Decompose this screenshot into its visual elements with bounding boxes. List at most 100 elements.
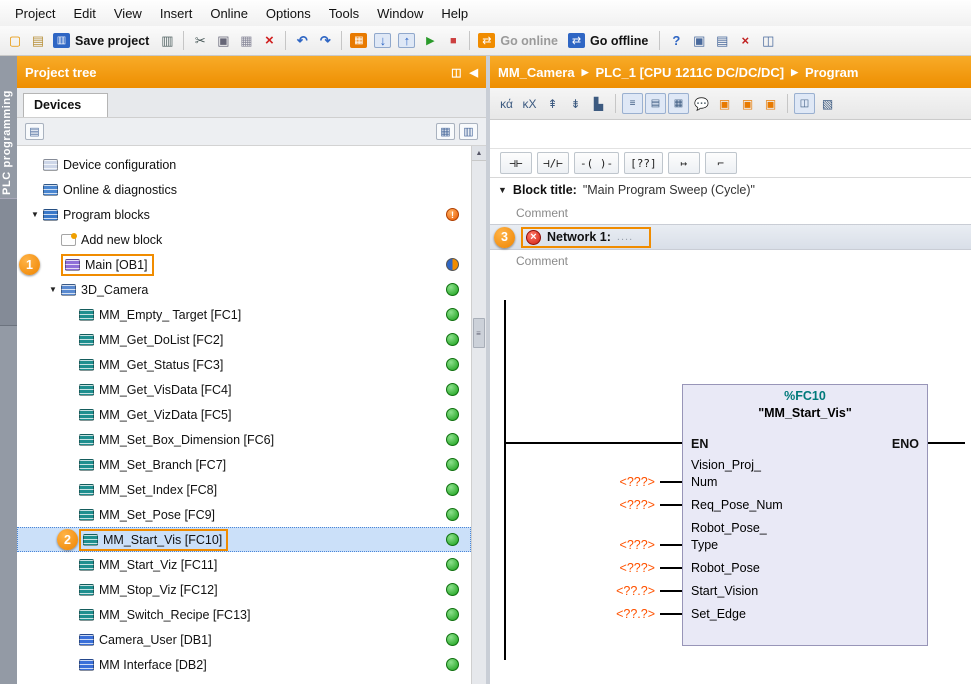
tree-item[interactable]: MM Interface [DB2] <box>17 652 471 677</box>
split-editor-icon[interactable]: ◫ <box>757 30 779 52</box>
start-cpu-icon[interactable]: ▶ <box>419 30 441 52</box>
network-layout-icon[interactable]: ▦ <box>668 93 689 114</box>
favorites-remove-icon[interactable]: ▣ <box>737 93 758 114</box>
stop-cpu-icon[interactable]: ■ <box>442 30 464 52</box>
ladder-tool-0[interactable]: ⊣⊢ <box>500 152 532 174</box>
copy-icon[interactable]: ▣ <box>212 30 234 52</box>
save-project-label[interactable]: Save project <box>75 34 149 48</box>
tree-item[interactable]: 1Main [OB1] <box>17 252 471 277</box>
collapse-panel-icon[interactable]: ◀ <box>470 66 478 79</box>
tree-item[interactable]: MM_Set_Index [FC8] <box>17 477 471 502</box>
pin-operand[interactable]: <???> <box>620 498 655 512</box>
save-project-icon[interactable]: ▥ <box>53 33 70 48</box>
breadcrumb-segment[interactable]: MM_Camera <box>498 65 575 80</box>
pin-operand[interactable]: <??.?> <box>616 584 655 598</box>
tree-item[interactable]: Add new block <box>17 227 471 252</box>
edit-device-icon[interactable]: ▤ <box>25 123 44 140</box>
comment-bubble-icon[interactable]: 💬 <box>691 93 712 114</box>
ladder-tool-2[interactable]: -( )- <box>574 152 619 174</box>
new-project-icon[interactable]: ▢ <box>4 30 26 52</box>
collapse-arrow-icon[interactable]: ▼ <box>498 185 507 195</box>
download-to-device-icon[interactable]: ↓ <box>374 33 391 48</box>
menu-window[interactable]: Window <box>368 6 432 21</box>
settings-icon[interactable]: ▧ <box>817 93 838 114</box>
tree-item[interactable]: ▼Program blocks! <box>17 202 471 227</box>
menu-project[interactable]: Project <box>6 6 64 21</box>
window-icon[interactable]: ▤ <box>711 30 733 52</box>
tree-item[interactable]: MM_Get_VizData [FC5] <box>17 402 471 427</box>
tree-item[interactable]: 2MM_Start_Vis [FC10] <box>17 527 471 552</box>
close-icon[interactable]: × <box>734 30 756 52</box>
go-offline-label[interactable]: Go offline <box>590 34 648 48</box>
print-icon[interactable]: ▥ <box>156 30 178 52</box>
scrollbar-thumb[interactable]: ≡ <box>473 318 485 348</box>
menu-online[interactable]: Online <box>201 6 257 21</box>
menu-tools[interactable]: Tools <box>320 6 368 21</box>
tree-item[interactable]: ▼3D_Camera <box>17 277 471 302</box>
block-title-value[interactable]: "Main Program Sweep (Cycle)" <box>583 183 755 197</box>
pin-operand[interactable]: <???> <box>620 538 655 552</box>
tree-item[interactable]: Device configuration <box>17 152 471 177</box>
ff-table2-icon[interactable]: ⇟ <box>565 93 586 114</box>
list-view-icon[interactable]: ▥ <box>459 123 478 140</box>
expand-networks-icon[interactable]: ≡ <box>622 93 643 114</box>
breadcrumb-segment[interactable]: PLC_1 [CPU 1211C DC/DC/DC] <box>596 65 785 80</box>
window-icon[interactable]: ▣ <box>688 30 710 52</box>
upload-from-device-icon[interactable]: ↑ <box>398 33 415 48</box>
pin-operand[interactable]: <???> <box>620 561 655 575</box>
expander-icon[interactable]: ▼ <box>27 210 43 219</box>
tree-item[interactable]: Online & diagnostics <box>17 177 471 202</box>
ff-table-icon[interactable]: ⇞ <box>542 93 563 114</box>
menu-edit[interactable]: Edit <box>64 6 104 21</box>
split-view-icon[interactable]: ◫ <box>794 93 815 114</box>
help-icon[interactable]: ? <box>665 30 687 52</box>
network-label[interactable]: Network 1: <box>547 230 611 244</box>
tree-item[interactable]: MM_Get_VisData [FC4] <box>17 377 471 402</box>
network-comment[interactable]: Comment <box>490 250 971 272</box>
ladder-tool-5[interactable]: ⌐ <box>705 152 737 174</box>
tree-item[interactable]: MM_Switch_Recipe [FC13] <box>17 602 471 627</box>
menu-help[interactable]: Help <box>432 6 477 21</box>
network-header[interactable]: 3 × Network 1: .... <box>490 224 971 250</box>
go-offline-icon[interactable]: ⇄ <box>568 33 585 48</box>
tree-item[interactable]: MM_Stop_Viz [FC12] <box>17 577 471 602</box>
task-strip-tab[interactable] <box>0 198 17 326</box>
block-comment[interactable]: Comment <box>490 202 971 224</box>
paste-icon[interactable]: ▦ <box>235 30 257 52</box>
go-online-icon[interactable]: ⇄ <box>478 33 495 48</box>
tree-scrollbar[interactable]: ▲ ≡ <box>471 146 486 684</box>
redo-icon[interactable]: ↷ <box>314 30 336 52</box>
compile-icon[interactable]: ▦ <box>350 33 367 48</box>
menu-insert[interactable]: Insert <box>151 6 202 21</box>
scroll-up-icon[interactable]: ▲ <box>472 146 486 161</box>
undo-icon[interactable]: ↶ <box>291 30 313 52</box>
breadcrumb-segment[interactable]: Program <box>805 65 858 80</box>
favorites-add-icon[interactable]: ▣ <box>714 93 735 114</box>
pencil-icon[interactable]: ▙ <box>588 93 609 114</box>
tab-devices[interactable]: Devices <box>23 93 108 117</box>
absolute-operands-icon[interactable]: κά <box>496 93 517 114</box>
pin-panel-icon[interactable]: ◫ <box>451 66 461 79</box>
ladder-tool-3[interactable]: [??] <box>624 152 663 174</box>
delete-icon[interactable]: × <box>258 30 280 52</box>
details-view-icon[interactable]: ▦ <box>436 123 455 140</box>
jump-icon[interactable]: ▣ <box>760 93 781 114</box>
pin-operand[interactable]: <???> <box>620 475 655 489</box>
expander-icon[interactable]: ▼ <box>45 285 61 294</box>
collapse-networks-icon[interactable]: ▤ <box>645 93 666 114</box>
menu-view[interactable]: View <box>105 6 151 21</box>
tree-item[interactable]: Camera_User [DB1] <box>17 627 471 652</box>
tree-item[interactable]: MM_Get_DoList [FC2] <box>17 327 471 352</box>
tree-item[interactable]: MM_Empty_ Target [FC1] <box>17 302 471 327</box>
open-project-icon[interactable]: ▤ <box>27 30 49 52</box>
tree-item[interactable]: MM_Set_Branch [FC7] <box>17 452 471 477</box>
tree-item[interactable]: MM_Get_Status [FC3] <box>17 352 471 377</box>
tree-item[interactable]: MM_Start_Viz [FC11] <box>17 552 471 577</box>
tree-item[interactable]: MM_Set_Pose [FC9] <box>17 502 471 527</box>
fc-block[interactable]: %FC10 "MM_Start_Vis" EN ENO Vision_Proj_… <box>682 384 928 646</box>
go-online-label[interactable]: Go online <box>500 34 558 48</box>
pin-operand[interactable]: <??.?> <box>616 607 655 621</box>
ladder-tool-1[interactable]: ⊣/⊢ <box>537 152 569 174</box>
menu-options[interactable]: Options <box>257 6 320 21</box>
ladder-tool-4[interactable]: ↦ <box>668 152 700 174</box>
